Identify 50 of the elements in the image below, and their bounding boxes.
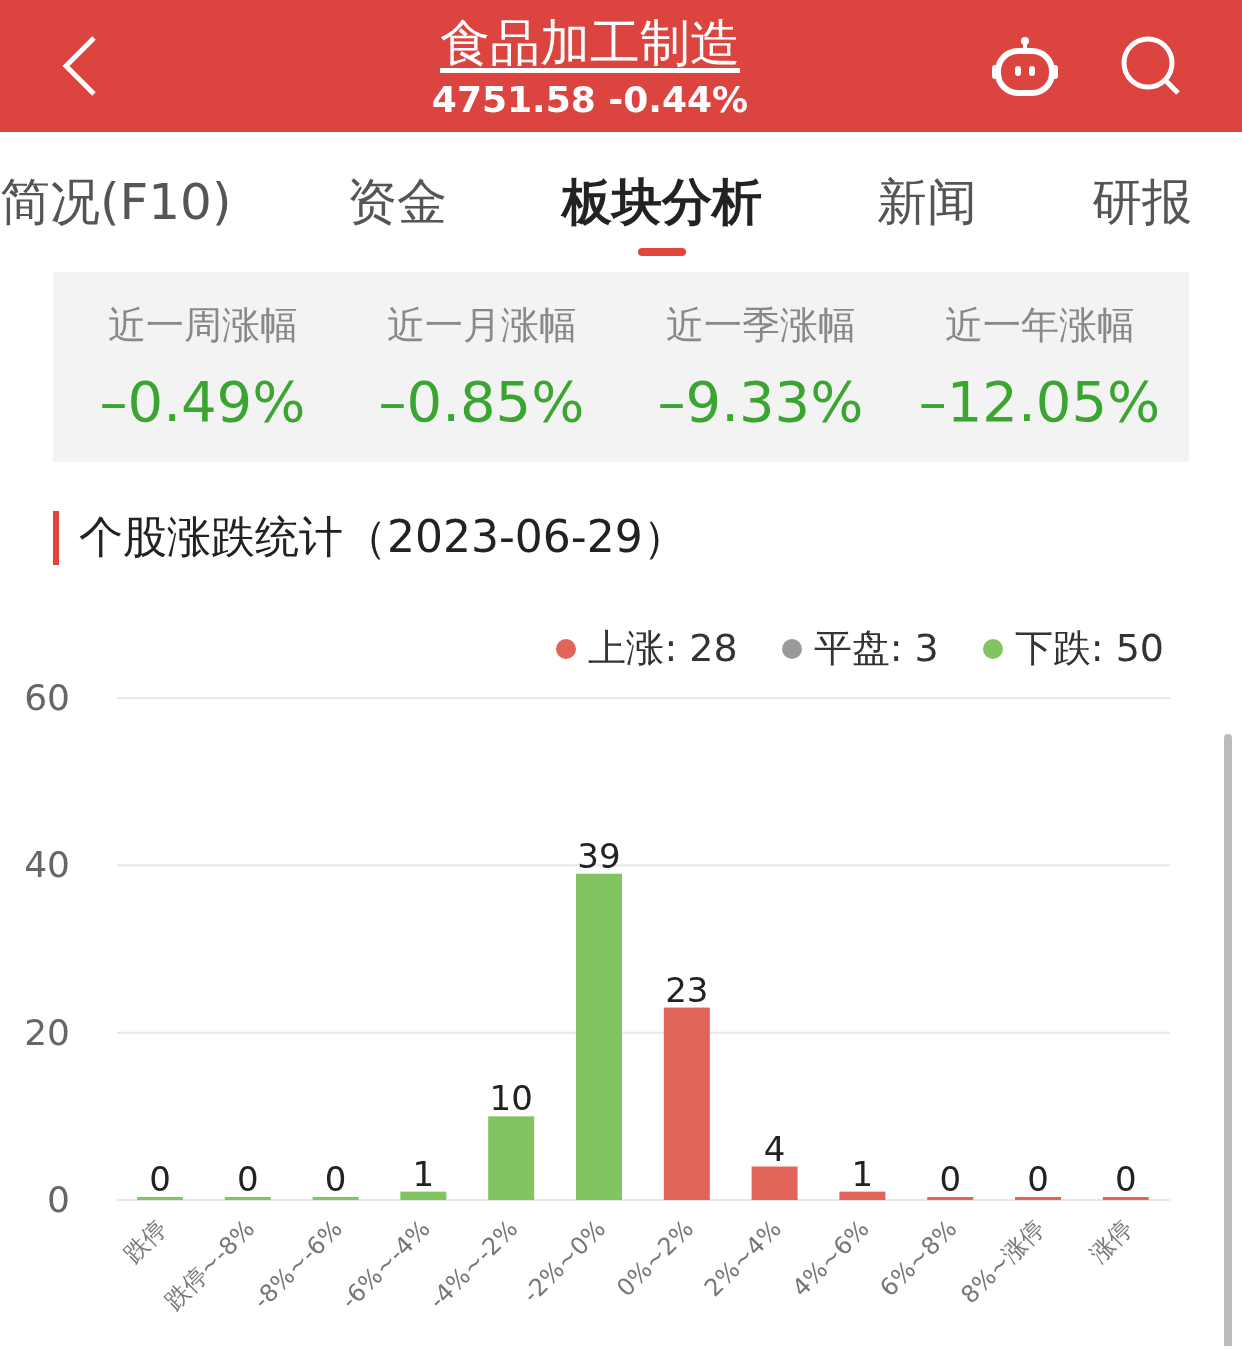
stat-label: 近一季涨幅	[665, 302, 856, 349]
stat-label: 近一周涨幅	[107, 302, 298, 349]
value-label: 1	[412, 1153, 435, 1194]
value-label: 1	[851, 1153, 874, 1194]
stat-label: 近一月涨幅	[386, 302, 577, 349]
value-label: 0	[1115, 1159, 1137, 1199]
index-quote: 4751.58 -0.44%	[431, 78, 749, 120]
legend-label: 上涨: 28	[588, 625, 738, 672]
bar	[751, 1166, 798, 1200]
value-label: 0	[1027, 1159, 1049, 1199]
tab[interactable]: 资金	[346, 142, 447, 262]
value-label: 0	[237, 1159, 259, 1199]
legend-label: 平盘: 3	[813, 625, 939, 672]
tab[interactable]: 研报	[1091, 142, 1192, 262]
stat-value: –0.49%	[99, 369, 306, 434]
axis-label: 0	[47, 1179, 70, 1220]
bar	[1015, 1197, 1061, 1200]
axis-label: 40	[24, 844, 70, 886]
value-label: 23	[665, 969, 709, 1010]
page-title: 食品加工制造	[440, 12, 740, 73]
value-label: 39	[577, 835, 621, 876]
bar	[927, 1197, 974, 1200]
category-label: 涨停	[1084, 1214, 1139, 1269]
section-marker	[53, 510, 59, 565]
stat-value: –0.85%	[378, 369, 585, 434]
value-label: 10	[489, 1078, 533, 1119]
stat-value: –9.33%	[657, 369, 864, 434]
tab[interactable]: 板块分析	[561, 142, 762, 262]
value-label: 4	[763, 1128, 786, 1169]
bar	[400, 1191, 447, 1200]
tab[interactable]: 新闻	[876, 142, 977, 262]
section-title: 个股涨跌统计（2023-06-29）	[79, 510, 687, 564]
bar	[137, 1197, 183, 1200]
bar	[839, 1191, 886, 1200]
search-icon[interactable]	[1120, 35, 1182, 97]
bar	[1102, 1197, 1149, 1200]
value-label: 0	[149, 1159, 171, 1199]
bar	[312, 1197, 359, 1200]
bar	[224, 1197, 271, 1200]
scrollbar[interactable]	[1224, 734, 1232, 1346]
robot-icon[interactable]	[990, 35, 1060, 97]
axis-label: 20	[24, 1011, 70, 1053]
value-label: 0	[324, 1159, 347, 1199]
legend-label: 下跌: 50	[1014, 625, 1164, 672]
tab[interactable]: 简况(F10)	[0, 142, 232, 262]
axis-label: 60	[24, 677, 70, 718]
stat-value: –12.05%	[918, 369, 1161, 434]
value-label: 0	[939, 1159, 961, 1199]
category-label: 跌停	[118, 1214, 173, 1269]
stat-label: 近一年涨幅	[944, 302, 1135, 349]
